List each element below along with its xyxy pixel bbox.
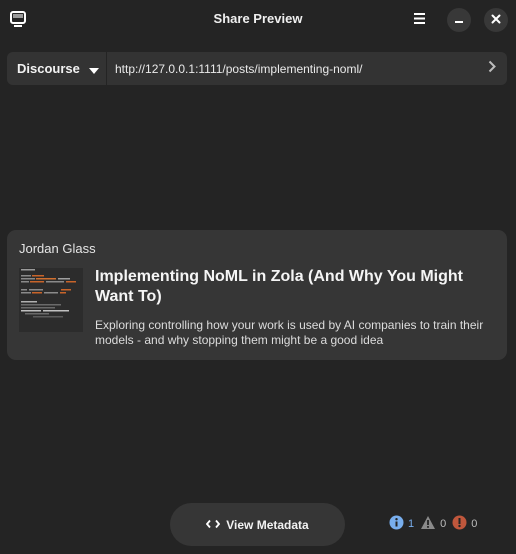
hamburger-menu-icon — [413, 11, 425, 29]
error-count: 0 — [471, 518, 478, 530]
minimize-icon — [454, 11, 464, 29]
close-icon — [491, 11, 501, 29]
minimize-button[interactable] — [447, 8, 471, 32]
view-metadata-button[interactable]: View Metadata — [170, 503, 345, 546]
error-badge[interactable]: 0 — [452, 515, 483, 533]
status-summary: 1 0 0 — [389, 515, 483, 533]
info-badge[interactable]: 1 — [389, 515, 420, 533]
platform-dropdown[interactable]: Discourse — [7, 52, 107, 85]
warning-icon — [420, 515, 436, 533]
preview-card: Jordan Glass Implementing NoML in Zola (… — [7, 230, 507, 360]
url-input[interactable] — [107, 52, 477, 85]
monitor-icon — [10, 11, 26, 28]
info-count: 1 — [408, 518, 415, 530]
warning-badge[interactable]: 0 — [420, 515, 452, 533]
main-menu-button[interactable] — [408, 9, 430, 31]
preview-description: Exploring controlling how your work is u… — [95, 318, 484, 347]
close-button[interactable] — [484, 8, 508, 32]
site-name: Jordan Glass — [19, 241, 96, 256]
url-bar: Discourse — [7, 52, 507, 85]
platform-label: Discourse — [17, 61, 80, 76]
error-icon — [452, 515, 467, 533]
preview-title: Implementing NoML in Zola (And Why You M… — [95, 268, 463, 305]
code-screenshot-thumbnail — [19, 268, 83, 332]
window-title: Share Preview — [213, 11, 303, 26]
info-icon — [389, 515, 404, 533]
chevron-right-icon — [488, 60, 496, 78]
go-button[interactable] — [477, 52, 507, 85]
chevron-down-icon — [88, 61, 99, 79]
view-metadata-label: View Metadata — [226, 517, 309, 532]
title-bar: Share Preview — [0, 0, 516, 38]
warning-count: 0 — [440, 518, 447, 530]
code-brackets-icon — [206, 518, 221, 532]
